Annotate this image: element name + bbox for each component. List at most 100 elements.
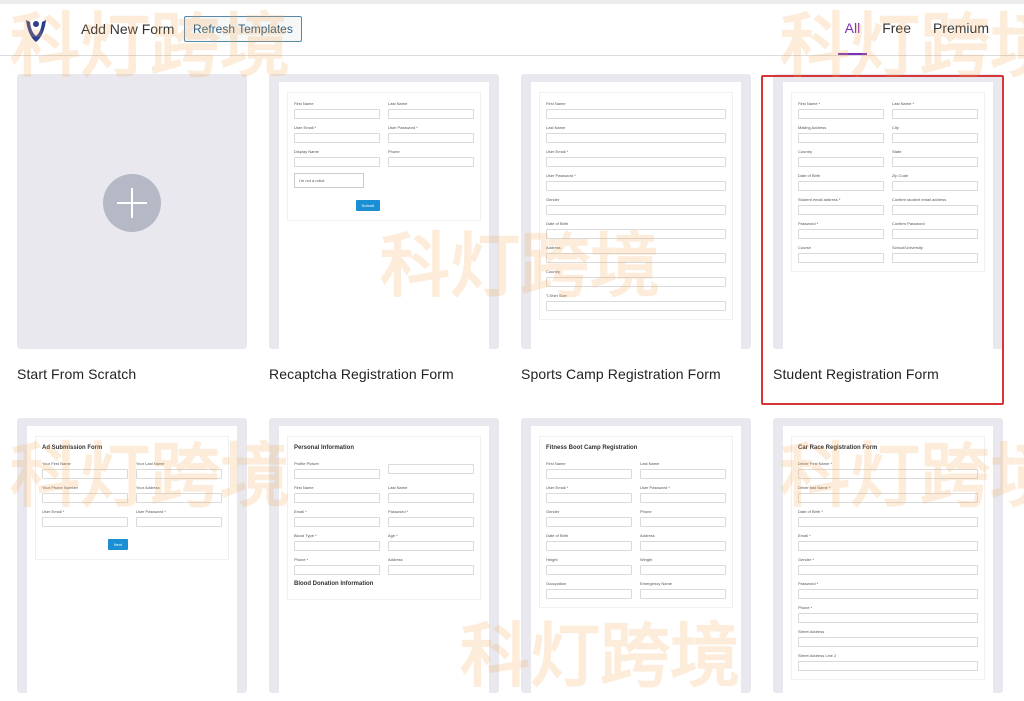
form-field: Last Name bbox=[388, 101, 474, 119]
tab-free[interactable]: Free bbox=[879, 20, 914, 36]
tab-premium[interactable]: Premium bbox=[930, 20, 992, 36]
template-card[interactable]: Start From Scratch bbox=[17, 74, 247, 382]
field-input bbox=[798, 565, 978, 575]
field-label: Phone bbox=[640, 509, 652, 514]
field-input bbox=[546, 469, 632, 479]
form-field: User Email * bbox=[546, 485, 632, 503]
field-label: User Email * bbox=[294, 125, 317, 130]
template-thumbnail[interactable]: Car Race Registration Form Driver First N… bbox=[773, 418, 1003, 693]
template-title[interactable]: Sports Camp Registration Form bbox=[521, 366, 751, 382]
form-field: User Password * bbox=[640, 485, 726, 503]
recaptcha-box: I'm not a robot bbox=[294, 173, 364, 188]
form-field: Phone * bbox=[294, 557, 380, 575]
field-input bbox=[546, 205, 726, 215]
template-thumbnail[interactable]: First Name Last Name User Email * User Pass… bbox=[269, 74, 499, 349]
form-field: Last Name bbox=[640, 461, 726, 479]
field-input bbox=[42, 469, 128, 479]
template-card[interactable]: Ad Submission Form Your First Name Your La… bbox=[17, 418, 247, 693]
field-input bbox=[798, 541, 978, 551]
field-input bbox=[546, 277, 726, 287]
form-field: Gender bbox=[546, 197, 726, 215]
field-input bbox=[546, 301, 726, 311]
field-label: Date of Birth * bbox=[798, 509, 823, 514]
field-label: User Password * bbox=[640, 485, 670, 490]
form-field: Date of Birth * bbox=[798, 509, 978, 527]
header: Add New Form Refresh Templates All Free … bbox=[0, 4, 1024, 56]
refresh-templates-button[interactable]: Refresh Templates bbox=[184, 16, 302, 42]
template-thumbnail[interactable]: Fitness Boot Camp Registration First Name… bbox=[521, 418, 751, 693]
template-card[interactable]: Personal Information Profile Picture First… bbox=[269, 418, 499, 693]
field-label: Gender bbox=[546, 509, 560, 514]
field-label: Email * bbox=[798, 533, 811, 538]
form-field: Your Phone Number bbox=[42, 485, 128, 503]
template-title[interactable]: Recaptcha Registration Form bbox=[269, 366, 499, 382]
field-label: Gender * bbox=[798, 557, 815, 562]
form-field: Last Name bbox=[546, 125, 726, 143]
form-subheading: Blood Donation Information bbox=[294, 581, 374, 587]
form-heading: Car Race Registration Form bbox=[798, 445, 878, 451]
template-card[interactable]: First Name Last Name User Email * User Pass… bbox=[269, 74, 499, 382]
field-input bbox=[42, 517, 128, 527]
form-field: Gender * bbox=[798, 557, 978, 575]
field-label: Country bbox=[546, 269, 561, 274]
form-field: Last Name bbox=[388, 485, 474, 503]
field-label: Gender bbox=[546, 197, 560, 202]
field-input bbox=[640, 493, 726, 503]
field-input bbox=[798, 589, 978, 599]
form-submit-button: Submit bbox=[355, 200, 380, 211]
field-input bbox=[546, 541, 632, 551]
field-input bbox=[294, 517, 380, 527]
template-thumbnail[interactable] bbox=[17, 74, 247, 349]
tab-all[interactable]: All bbox=[837, 20, 867, 55]
template-title[interactable]: Start From Scratch bbox=[17, 366, 247, 382]
form-field: Gender bbox=[546, 509, 632, 527]
field-label: Your Address bbox=[136, 485, 160, 490]
field-label: Occupation bbox=[546, 581, 567, 586]
field-label: User Email * bbox=[546, 149, 569, 154]
form-field: User Password * bbox=[546, 173, 726, 191]
template-thumbnail[interactable]: Ad Submission Form Your First Name Your La… bbox=[17, 418, 247, 693]
selected-card-outline bbox=[761, 75, 1004, 405]
field-input bbox=[640, 517, 726, 527]
field-label: Height bbox=[546, 557, 558, 562]
template-thumbnail[interactable]: Personal Information Profile Picture First… bbox=[269, 418, 499, 693]
form-field: Your First Name bbox=[42, 461, 128, 479]
template-card[interactable]: First Name Last Name User Email * User Pass… bbox=[521, 74, 751, 382]
field-input bbox=[294, 133, 380, 143]
field-label: Driver First Name * bbox=[798, 461, 833, 466]
form-field: Date of Birth bbox=[546, 221, 726, 239]
field-input bbox=[640, 541, 726, 551]
field-input bbox=[42, 493, 128, 503]
field-label: Last Name bbox=[546, 125, 566, 130]
field-input bbox=[136, 493, 222, 503]
form-preview: First Name Last Name User Email * User Pass… bbox=[279, 82, 489, 349]
template-thumbnail[interactable]: First Name Last Name User Email * User Pass… bbox=[521, 74, 751, 349]
field-label: Your Last Name bbox=[136, 461, 165, 466]
field-label: First Name bbox=[546, 461, 566, 466]
field-input bbox=[388, 464, 474, 474]
form-field: User Email * bbox=[546, 149, 726, 167]
field-input bbox=[546, 109, 726, 119]
field-input bbox=[546, 181, 726, 191]
field-label: Your First Name bbox=[42, 461, 71, 466]
template-card[interactable]: Fitness Boot Camp Registration First Name… bbox=[521, 418, 751, 693]
captcha-label: I'm not a robot bbox=[299, 178, 325, 183]
plus-icon[interactable] bbox=[103, 174, 161, 232]
field-input bbox=[798, 637, 978, 647]
field-label: Age * bbox=[388, 533, 398, 538]
field-input bbox=[640, 589, 726, 599]
field-label: Emergency Name bbox=[640, 581, 673, 586]
field-input bbox=[546, 133, 726, 143]
form-field: Address bbox=[546, 245, 726, 263]
field-input bbox=[546, 589, 632, 599]
form-preview: Car Race Registration Form Driver First N… bbox=[783, 426, 993, 693]
form-field: User Password * bbox=[136, 509, 222, 527]
template-card[interactable]: Car Race Registration Form Driver First N… bbox=[773, 418, 1003, 693]
form-field: Address bbox=[388, 557, 474, 575]
field-label: Address bbox=[640, 533, 655, 538]
form-field bbox=[388, 461, 474, 479]
field-input bbox=[640, 565, 726, 575]
form-field: User Email * bbox=[42, 509, 128, 527]
field-label: User Email * bbox=[42, 509, 65, 514]
field-input bbox=[136, 469, 222, 479]
